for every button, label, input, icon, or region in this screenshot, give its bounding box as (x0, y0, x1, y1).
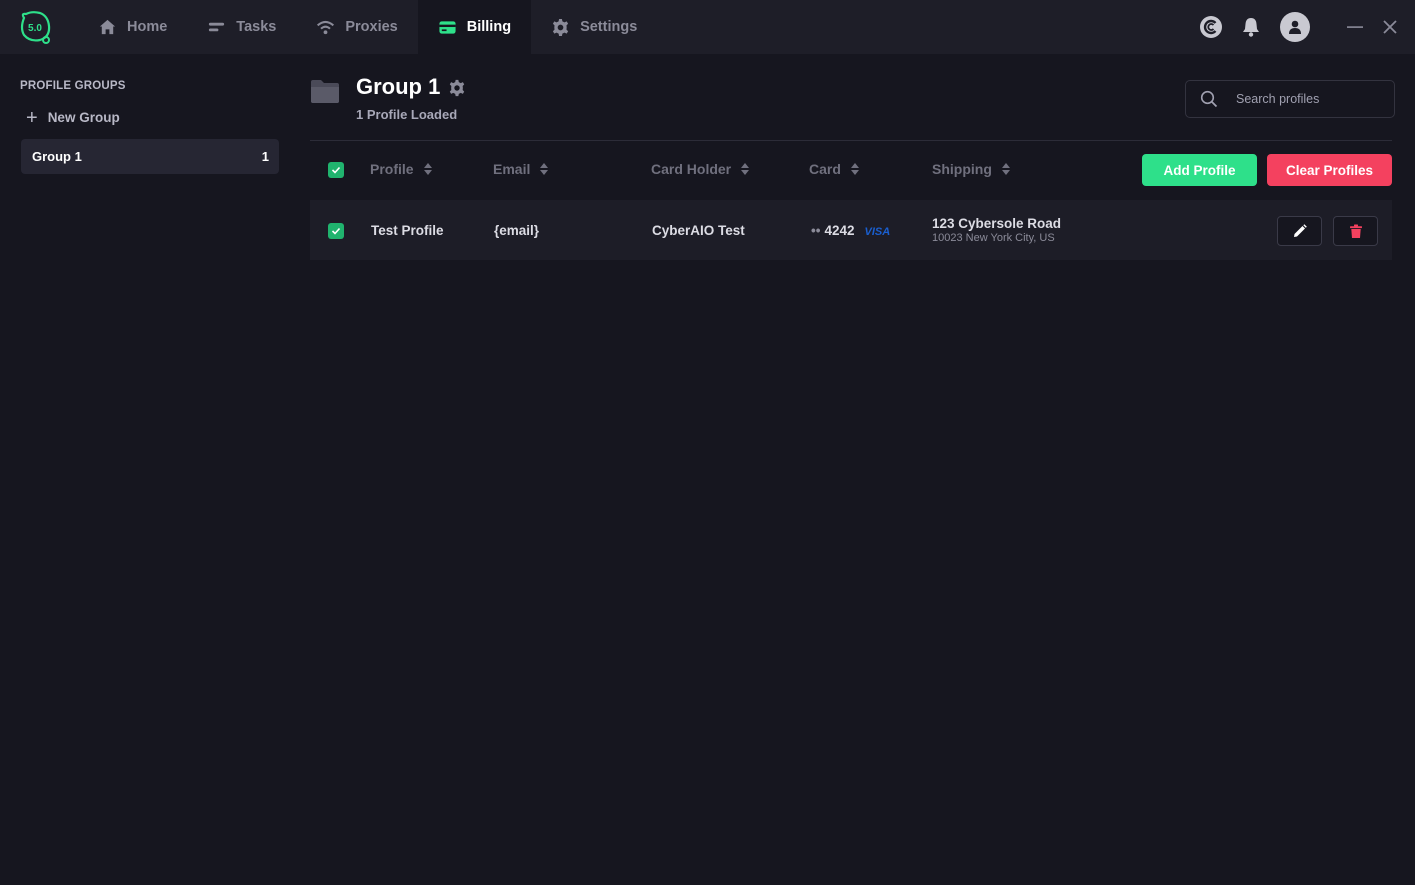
profiles-loaded-text: 1 Profile Loaded (356, 107, 458, 122)
card-holder-cell: CyberAIO Test (652, 223, 745, 238)
search-box (1185, 80, 1395, 118)
column-header-shipping[interactable]: Shipping (932, 161, 1010, 177)
main-nav: Home Tasks Proxies Billing Settings (78, 0, 657, 54)
table-row[interactable]: Test Profile {email} CyberAIO Test •• 424… (310, 200, 1392, 260)
column-email-label: Email (493, 161, 531, 177)
column-header-card-holder[interactable]: Card Holder (651, 161, 750, 177)
nav-settings-label: Settings (580, 19, 638, 35)
search-input[interactable] (1236, 92, 1386, 106)
clear-profiles-button[interactable]: Clear Profiles (1267, 154, 1392, 186)
delete-profile-button[interactable] (1333, 216, 1378, 246)
profile-name-cell: Test Profile (371, 223, 444, 238)
tasks-icon (209, 22, 225, 31)
folder-icon (310, 78, 340, 104)
column-header-profile[interactable]: Profile (370, 161, 432, 177)
gear-icon (552, 18, 569, 36)
svg-text:5.0: 5.0 (28, 23, 42, 34)
nav-tasks[interactable]: Tasks (187, 0, 296, 54)
column-profile-label: Profile (370, 161, 414, 177)
group-count-badge: 1 (261, 149, 269, 164)
nav-settings[interactable]: Settings (531, 0, 657, 54)
add-profile-button[interactable]: Add Profile (1142, 154, 1257, 186)
select-all-checkbox[interactable] (328, 162, 344, 178)
top-nav-bar: 5.0 Home Tasks Proxies Billing Settings (0, 0, 1415, 54)
sort-icon (423, 163, 432, 175)
sidebar-group-item[interactable]: Group 1 1 (21, 139, 279, 174)
sort-icon (850, 163, 859, 175)
plus-icon: + (26, 106, 38, 129)
minimize-icon[interactable] (1344, 16, 1366, 38)
group-name: Group 1 (32, 149, 82, 164)
nav-proxies-label: Proxies (345, 19, 398, 35)
column-header-card[interactable]: Card (809, 161, 859, 177)
column-card-holder-label: Card Holder (651, 161, 732, 177)
visa-logo-icon: VISA (864, 226, 891, 238)
table-header: Profile Email Card Holder Card Shipping … (310, 141, 1392, 199)
sort-icon (741, 163, 750, 175)
nav-proxies[interactable]: Proxies (296, 0, 417, 54)
home-icon (99, 19, 116, 34)
column-shipping-label: Shipping (932, 161, 992, 177)
column-header-email[interactable]: Email (493, 161, 549, 177)
nav-billing-label: Billing (466, 19, 512, 35)
nav-home[interactable]: Home (78, 0, 187, 54)
profile-groups-heading: PROFILE GROUPS (20, 80, 126, 92)
brand-c-icon[interactable] (1199, 15, 1223, 39)
search-icon (1200, 90, 1218, 108)
close-icon[interactable] (1379, 16, 1401, 38)
wifi-icon (317, 20, 335, 34)
app-logo[interactable]: 5.0 (18, 10, 52, 44)
new-group-button[interactable]: + New Group (26, 106, 120, 129)
new-group-label: New Group (47, 110, 120, 125)
card-icon (439, 20, 456, 34)
row-checkbox[interactable] (328, 223, 344, 239)
edit-profile-button[interactable] (1277, 216, 1322, 246)
nav-home-label: Home (127, 19, 168, 35)
shipping-address-line1: 123 Cybersole Road (932, 216, 1062, 231)
sort-icon (540, 163, 549, 175)
nav-tasks-label: Tasks (236, 19, 277, 35)
column-card-label: Card (809, 161, 841, 177)
avatar[interactable] (1280, 12, 1310, 42)
sort-icon (1001, 163, 1010, 175)
page-title: Group 1 (356, 74, 441, 99)
shipping-address-line2: 10023 New York City, US (932, 232, 1055, 244)
nav-billing[interactable]: Billing (417, 0, 532, 54)
group-settings-gear-icon[interactable] (448, 79, 466, 97)
card-mask: •• (811, 223, 821, 238)
card-cell: •• 4242 VISA (811, 223, 890, 238)
sidebar: PROFILE GROUPS + New Group Group 1 1 (0, 54, 295, 885)
pencil-icon (1293, 224, 1307, 237)
email-cell: {email} (494, 223, 540, 238)
card-last4: 4242 (824, 223, 855, 238)
bell-icon[interactable] (1239, 15, 1263, 39)
trash-icon (1349, 224, 1362, 238)
